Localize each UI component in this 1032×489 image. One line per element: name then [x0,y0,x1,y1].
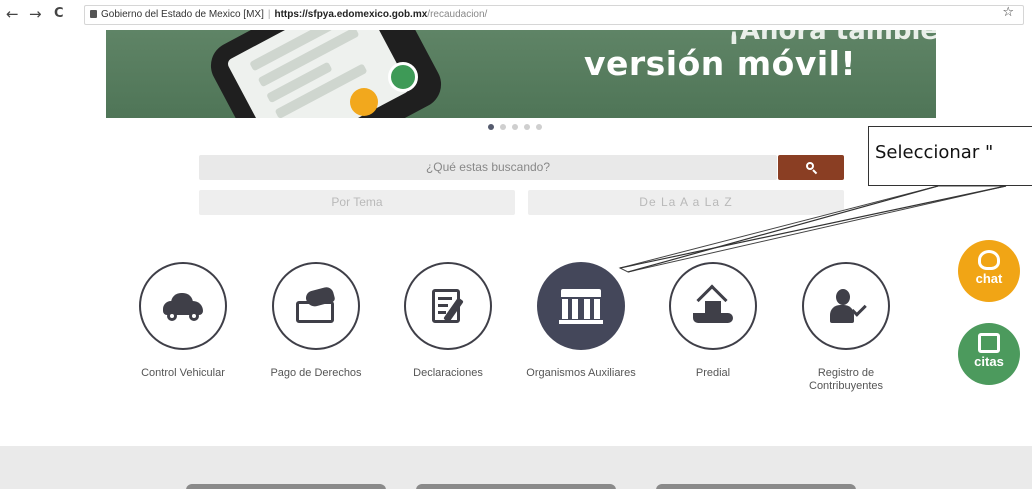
category-organismos-auxiliares[interactable]: Organismos Auxiliares [526,262,636,380]
category-label: Predial [695,367,731,379]
category-label: Declaraciones [413,367,483,379]
category-label: Pago de Derechos [270,367,362,379]
car-icon [161,287,205,325]
document-pen-icon [426,287,470,325]
category-label: Control Vehicular [141,367,225,379]
news-thumbnail[interactable] [656,484,856,489]
carousel-dot[interactable] [500,124,506,130]
search-icon [805,162,817,175]
category-registro-de-contribuyentes[interactable]: Registro de Contribuyentes [791,262,901,393]
carousel-indicator [488,124,542,132]
carousel-dot[interactable] [524,124,530,130]
address-bar[interactable]: Gobierno del Estado de Mexico [MX] | https… [84,5,1024,25]
bookmark-star-icon[interactable]: ☆ [1002,5,1014,20]
category-pago-de-derechos[interactable]: Pago de Derechos [261,262,371,380]
reload-icon[interactable]: C [54,4,64,24]
site-name: Gobierno del Estado de Mexico [MX] [101,9,264,20]
citas-button[interactable]: citas [958,323,1020,385]
house-hand-icon [691,284,735,325]
forward-arrow-icon[interactable]: → [29,4,42,24]
app-badge-icon [388,62,418,92]
banner-title: versión móvil! [584,44,857,83]
news-strip [0,446,1032,489]
browser-toolbar: ← → C Gobierno del Estado de Mexico [MX]… [0,0,1032,30]
category-control-vehicular[interactable]: Control Vehicular [128,262,238,380]
category-circle[interactable] [537,262,625,350]
carousel-dot[interactable] [488,124,494,130]
news-thumbnail[interactable] [416,484,616,489]
url-domain: https://sfpya.edomexico.gob.mx [274,9,428,20]
category-label: Organismos Auxiliares [526,367,636,379]
headset-icon [978,250,1000,270]
carousel-dot[interactable] [536,124,542,130]
chat-label: chat [975,271,1003,286]
citas-label: citas [974,354,1004,369]
url-path: /recaudacion/ [427,9,488,20]
tab-por-tema[interactable]: Por Tema [199,190,515,215]
person-check-icon [824,287,868,325]
category-predial[interactable]: Predial [658,262,768,380]
callout-box: Seleccionar " [868,126,1032,186]
carousel-dot[interactable] [512,124,518,130]
promo-banner[interactable]: ¡Ahora también versión móvil! [106,30,936,118]
building-icon [559,287,603,325]
category-circle[interactable] [669,262,757,350]
lock-icon [90,10,97,18]
app-badge-icon [350,88,378,116]
category-circle[interactable] [272,262,360,350]
category-circle[interactable] [802,262,890,350]
search-input[interactable]: ¿Qué estas buscando? [199,155,777,180]
category-label: Registro de Contribuyentes [809,367,883,392]
category-declaraciones[interactable]: Declaraciones [393,262,503,380]
calendar-check-icon [978,333,1000,353]
category-circle[interactable] [404,262,492,350]
news-thumbnail[interactable] [186,484,386,489]
payment-card-icon [294,285,338,325]
chat-button[interactable]: chat [958,240,1020,302]
search-button[interactable] [778,155,844,180]
back-arrow-icon[interactable]: ← [6,4,19,24]
tab-a-z[interactable]: De La A a La Z [528,190,844,215]
category-circle[interactable] [139,262,227,350]
